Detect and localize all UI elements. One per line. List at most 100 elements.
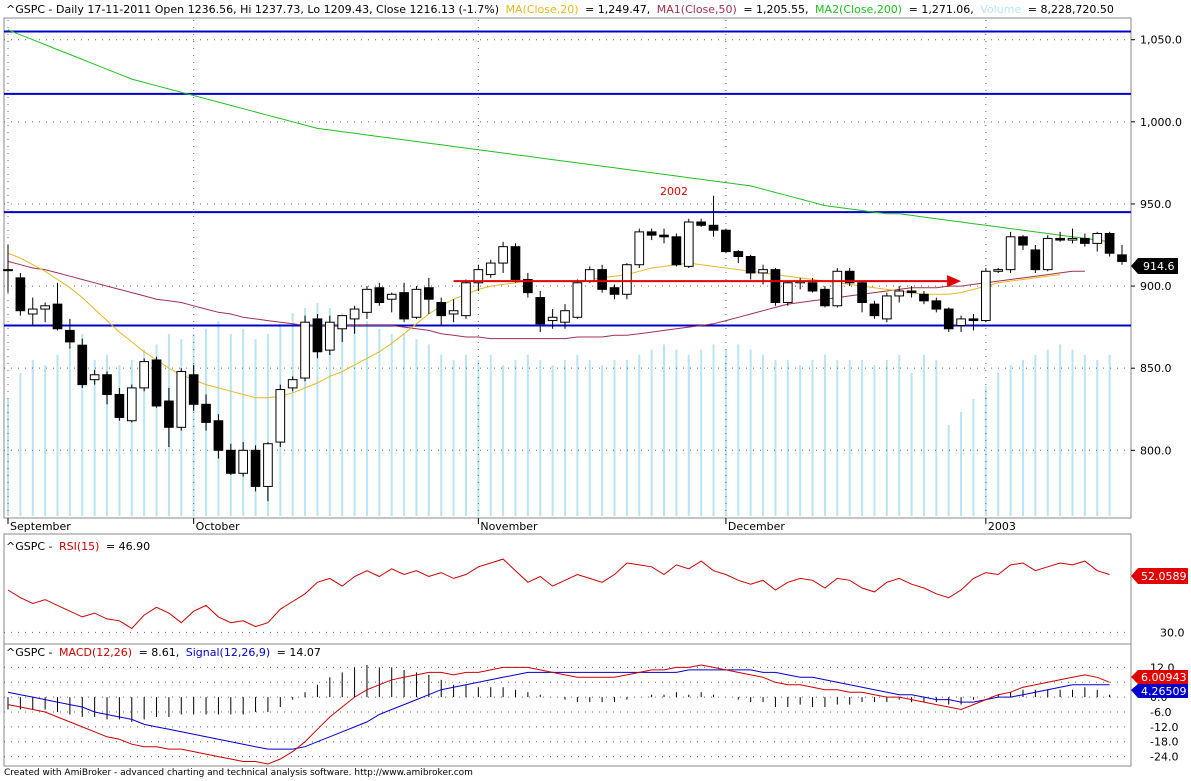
stock-chart: 800.0 850.0 900.0 950.0 1,000.0 1,050.0 Septe… (3, 3, 1188, 767)
candle-body (659, 234, 669, 238)
candle-body (40, 305, 50, 310)
candle-body (782, 282, 793, 303)
macd-line (7, 664, 1110, 765)
rsi-badge-label: 52.0589 (1141, 570, 1187, 583)
volume-bar (452, 360, 455, 516)
candle-body (424, 287, 434, 300)
candle-body (1030, 249, 1041, 271)
candle-body (968, 318, 979, 322)
x-tick-label: September (10, 520, 71, 533)
volume-bar (7, 399, 9, 516)
price-header: ^GSPC - Daily 17-11-2011 Open 1236.56, H… (6, 3, 1114, 16)
volume-bar (489, 354, 492, 516)
volume-bar (427, 344, 430, 516)
volume-bar (192, 334, 195, 516)
candle-body (609, 287, 620, 295)
y-tick-label: 950.0 (1140, 198, 1172, 211)
volume-bar (588, 360, 591, 516)
volume-bar (947, 425, 950, 516)
candle-body (820, 288, 830, 307)
volume-label: Volume (980, 3, 1021, 16)
macd-value: = 8.61, (139, 646, 180, 659)
volume-bar (403, 334, 406, 516)
volume-bar (972, 399, 975, 516)
volume-bar (1059, 344, 1062, 516)
candle-body (931, 300, 942, 310)
candle-body (151, 359, 162, 407)
macd-tick-label: -18.0 (1150, 736, 1178, 749)
candle-body (1104, 233, 1115, 254)
signal-line (7, 669, 1110, 750)
candle-body (832, 270, 843, 307)
volume-bar (885, 360, 888, 516)
candle-body (733, 251, 744, 258)
x-tick-label: November (480, 520, 538, 533)
candle-body (584, 269, 595, 282)
volume-bar (737, 344, 740, 516)
volume-bar (663, 344, 666, 516)
macd-panel-frame (3, 643, 1132, 767)
candle-body (324, 321, 335, 351)
price-y-axis: 800.0 850.0 900.0 950.0 1,000.0 1,050.0 (1131, 34, 1182, 457)
candle-body (894, 290, 905, 297)
volume-bar (551, 365, 554, 516)
last-price-label: 914.6 (1143, 260, 1175, 273)
candle-body (312, 318, 323, 353)
candle-body (696, 221, 706, 226)
candle-body (102, 374, 112, 395)
candle-body (881, 295, 892, 320)
candle-body (622, 264, 632, 295)
candle-body (386, 293, 397, 300)
candle-body (287, 379, 298, 389)
ma20-value: = 1,249.47, (585, 3, 650, 16)
candle-body (721, 229, 731, 253)
volume-bar (341, 313, 344, 516)
signal-badge: 4.26509 (1131, 684, 1188, 698)
volume-bar (68, 347, 71, 516)
candle-body (374, 287, 385, 303)
volume-bar (799, 365, 802, 516)
candle-body (1018, 236, 1028, 246)
candle-body (646, 231, 657, 236)
volume-bar (477, 360, 480, 516)
volume-bar (365, 321, 368, 516)
candle-body (807, 282, 818, 292)
candle-body (1005, 236, 1016, 271)
volume-bar (1083, 354, 1086, 516)
candle-body (485, 262, 496, 276)
candle-body (560, 310, 570, 323)
candle-body (77, 344, 88, 386)
volume-bar (130, 360, 133, 516)
volume-bar (242, 328, 245, 516)
macd-tick-label: -6.0 (1150, 706, 1171, 719)
y-tick-label: 850.0 (1140, 362, 1172, 375)
y-tick-label: 1,050.0 (1140, 34, 1182, 47)
volume-bar (31, 360, 34, 516)
candle-body (869, 303, 880, 317)
volume-bar (836, 360, 839, 516)
volume-bar (526, 354, 529, 516)
volume-bar (873, 365, 876, 516)
candle-body (671, 236, 682, 266)
candle-body (3, 269, 13, 272)
candle-body (1055, 237, 1065, 241)
candle-body (65, 329, 75, 343)
candle-body (758, 269, 768, 274)
rsi-value: = 46.90 (106, 540, 150, 553)
volume-bar (650, 349, 653, 516)
volume-bar (291, 313, 294, 516)
volume-bar (514, 360, 517, 516)
candle-body (250, 449, 261, 487)
x-tick-label: December (728, 520, 786, 533)
candle-body (164, 400, 174, 428)
volume-bar (724, 349, 727, 516)
candle-body (597, 269, 607, 290)
volume-bar (353, 318, 356, 516)
rsi-badge: 52.0589 (1131, 568, 1188, 584)
candle-body (139, 361, 149, 389)
candle-body (906, 290, 917, 294)
ma200-label: MA2(Close,200) (815, 3, 902, 16)
last-price-tag: 914.6 (1131, 258, 1178, 274)
candle-body (238, 449, 249, 474)
macd-badge-label: 6.00943 (1141, 671, 1187, 684)
